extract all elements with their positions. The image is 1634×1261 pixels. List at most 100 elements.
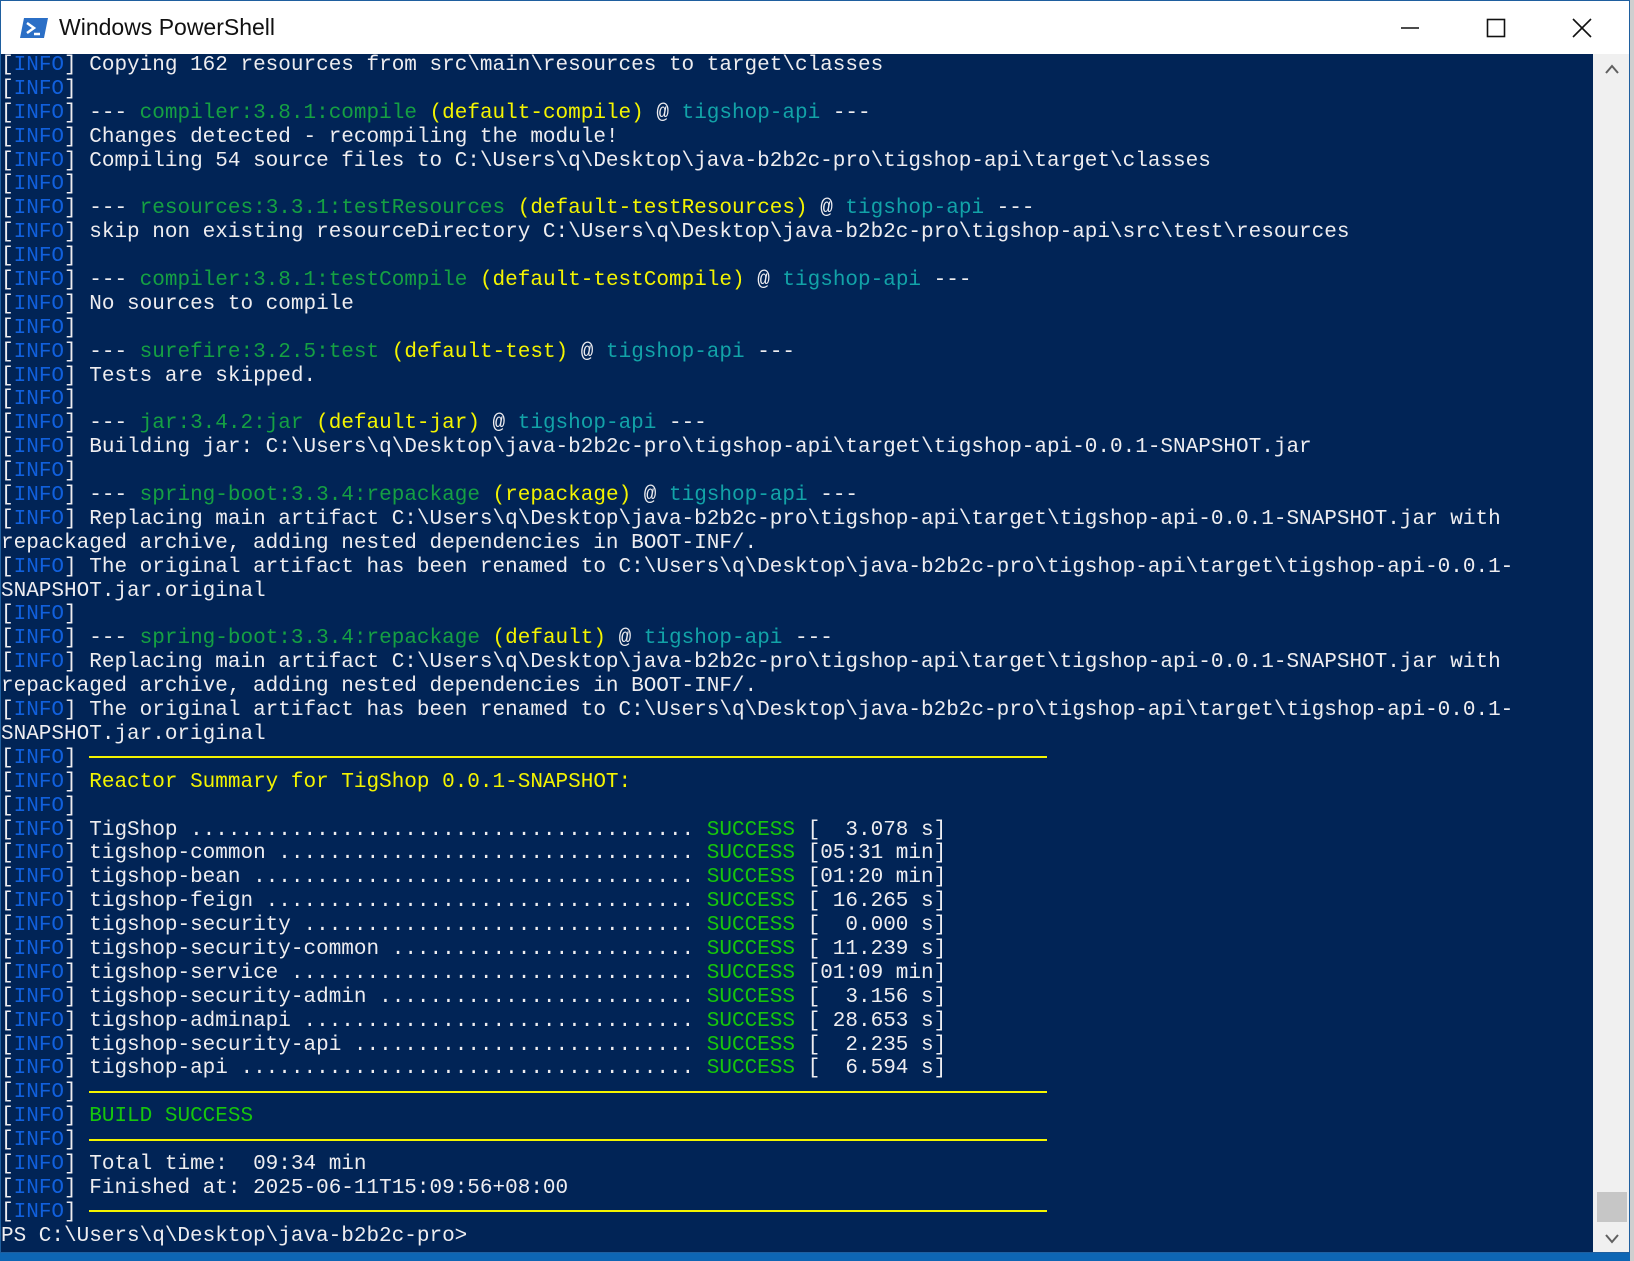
- bracket-open: [: [1, 794, 14, 818]
- dot-leader: ...........................: [341, 1033, 707, 1057]
- module-status: SUCCESS: [706, 842, 795, 866]
- log-level: INFO: [13, 460, 65, 484]
- desktop-edge: [1630, 0, 1634, 1261]
- log-message: Finished at: 2025-06-11T15:09:56+08:00: [89, 1176, 569, 1200]
- chevron-up-icon: [1605, 64, 1619, 74]
- module-time: [ 11.239 s]: [794, 937, 947, 961]
- module-status: SUCCESS: [706, 890, 795, 914]
- log-level: INFO: [13, 316, 65, 340]
- bracket-close: ]: [64, 555, 90, 579]
- horizontal-rule: [89, 1090, 1048, 1093]
- plugin-goal: compiler:3.8.1:compile: [139, 101, 417, 125]
- log-message: Building jar: C:\Users\q\Desktop\java-b2…: [89, 436, 1312, 460]
- console-line: [INFO] tigshop-security-common .........…: [1, 938, 1593, 962]
- scroll-down-button[interactable]: [1593, 1224, 1629, 1252]
- line-continuation: SNAPSHOT.jar.original: [1, 722, 266, 746]
- log-level: INFO: [13, 603, 65, 627]
- scroll-up-button[interactable]: [1593, 54, 1629, 84]
- console-line: [INFO] Building jar: C:\Users\q\Desktop\…: [1, 436, 1593, 460]
- at-sign: @: [479, 412, 518, 436]
- bracket-close: ]: [64, 221, 90, 245]
- console-output[interactable]: [INFO] Copying 162 resources from src\ma…: [1, 54, 1593, 1252]
- dot-leader: ...............................: [290, 914, 707, 938]
- log-level: INFO: [13, 770, 65, 794]
- log-level: INFO: [13, 412, 65, 436]
- project-name: tigshop-api: [845, 197, 985, 221]
- console-line: SNAPSHOT.jar.original: [1, 580, 1593, 604]
- console-line: [INFO]: [1, 1129, 1593, 1153]
- bracket-open: [: [1, 555, 14, 579]
- execution-id: (default-testCompile): [479, 269, 745, 293]
- bracket-close: ]: [64, 77, 90, 101]
- scrollbar-thumb[interactable]: [1597, 1192, 1627, 1222]
- console-line: repackaged archive, adding nested depend…: [1, 532, 1593, 556]
- separator: ---: [782, 627, 833, 651]
- vertical-scrollbar[interactable]: [1593, 54, 1629, 1252]
- module-status: SUCCESS: [706, 937, 795, 961]
- log-level: INFO: [13, 1176, 65, 1200]
- separator: ---: [89, 627, 140, 651]
- bracket-open: [: [1, 818, 14, 842]
- module-name: tigshop-security-admin: [89, 985, 367, 1009]
- console-line: [INFO] tigshop-security ................…: [1, 914, 1593, 938]
- separator: ---: [921, 269, 972, 293]
- console-line: [INFO]: [1, 603, 1593, 627]
- bracket-open: [: [1, 627, 14, 651]
- log-level: INFO: [13, 627, 65, 651]
- bracket-open: [: [1, 1152, 14, 1176]
- console-line: [INFO] --- compiler:3.8.1:compile (defau…: [1, 102, 1593, 126]
- console-line: [INFO]: [1, 1201, 1593, 1225]
- console-line: SNAPSHOT.jar.original: [1, 723, 1593, 747]
- bracket-open: [: [1, 173, 14, 197]
- bracket-close: ]: [64, 699, 90, 723]
- bracket-open: [: [1, 890, 14, 914]
- console-line: [INFO] Reactor Summary for TigShop 0.0.1…: [1, 771, 1593, 795]
- module-time: [ 6.594 s]: [794, 1057, 947, 1081]
- log-level: INFO: [13, 388, 65, 412]
- bracket-open: [: [1, 316, 14, 340]
- console-line: [INFO]: [1, 460, 1593, 484]
- project-name: tigshop-api: [681, 101, 821, 125]
- minimize-button[interactable]: [1367, 1, 1453, 54]
- separator: ---: [89, 101, 140, 125]
- execution-id: (default-compile): [429, 101, 644, 125]
- plugin-goal: spring-boot:3.3.4:repackage: [139, 484, 480, 508]
- bracket-close: ]: [64, 770, 90, 794]
- maximize-icon: [1486, 18, 1506, 37]
- dot-leader: ...................................: [240, 866, 707, 890]
- project-name: tigshop-api: [782, 269, 922, 293]
- bracket-close: ]: [64, 101, 90, 125]
- dot-leader: .................................: [265, 842, 707, 866]
- console-line: [INFO] tigshop-security-admin ..........…: [1, 986, 1593, 1010]
- console-line: [INFO]: [1, 245, 1593, 269]
- module-name: tigshop-api: [89, 1057, 228, 1081]
- log-message: The original artifact has been renamed t…: [89, 555, 1514, 579]
- bracket-open: [: [1, 1176, 14, 1200]
- execution-id: (default-testResources): [517, 197, 808, 221]
- bracket-open: [: [1, 1033, 14, 1057]
- separator: ---: [656, 412, 707, 436]
- console-line: [INFO] Replacing main artifact C:\Users\…: [1, 508, 1593, 532]
- log-level: INFO: [13, 484, 65, 508]
- bracket-close: ]: [64, 54, 90, 77]
- bracket-close: ]: [64, 340, 90, 364]
- at-sign: @: [568, 340, 606, 364]
- bracket-close: ]: [64, 1152, 90, 1176]
- log-message: Changes detected - recompiling the modul…: [89, 125, 619, 149]
- bracket-open: [: [1, 1009, 14, 1033]
- close-button[interactable]: [1539, 1, 1625, 54]
- console-line: [INFO] skip non existing resourceDirecto…: [1, 221, 1593, 245]
- bracket-close: ]: [64, 603, 90, 627]
- bracket-close: ]: [64, 507, 90, 531]
- log-level: INFO: [13, 125, 65, 149]
- console-line: [INFO]: [1, 78, 1593, 102]
- log-level: INFO: [13, 173, 65, 197]
- bracket-close: ]: [64, 1033, 90, 1057]
- log-level: INFO: [13, 842, 65, 866]
- maximize-button[interactable]: [1453, 1, 1539, 54]
- title-bar[interactable]: Windows PowerShell: [1, 1, 1629, 54]
- module-time: [ 16.265 s]: [794, 890, 947, 914]
